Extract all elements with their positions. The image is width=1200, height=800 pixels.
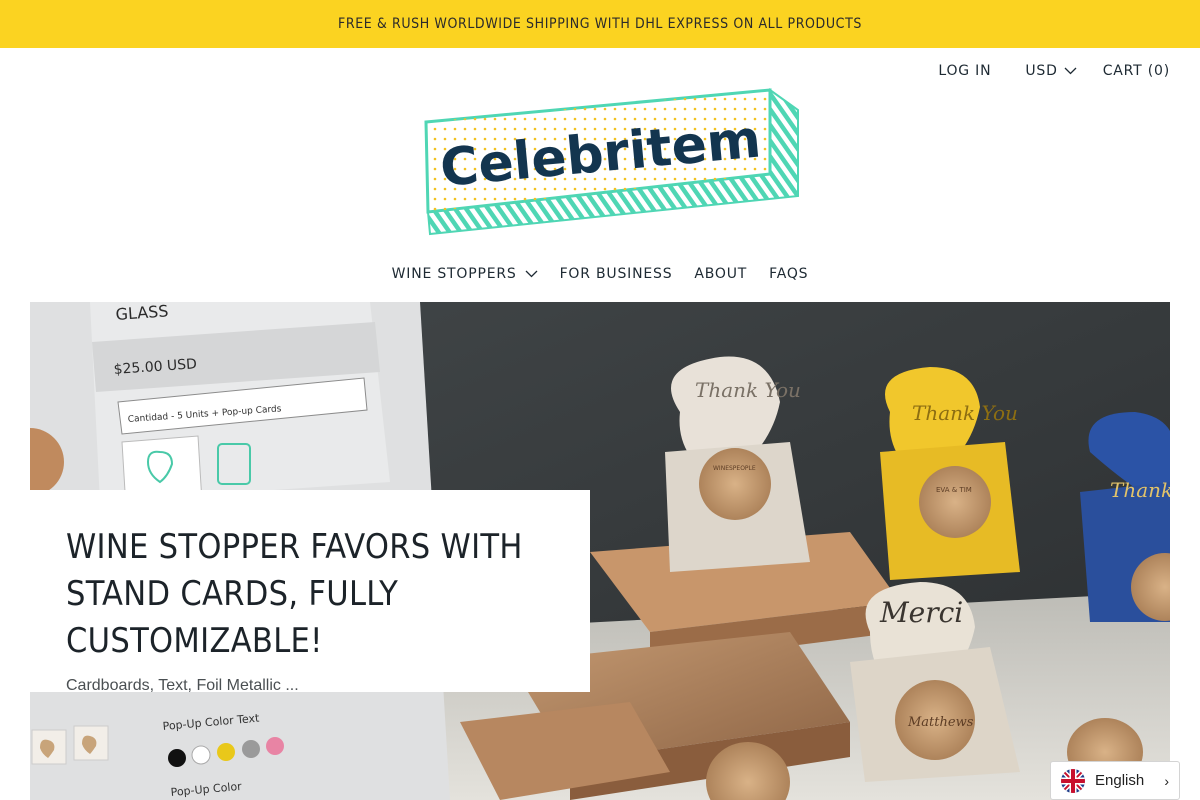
logo-graphic: Celebritem — [424, 88, 799, 236]
uk-flag-icon — [1061, 768, 1085, 793]
nav-item-faqs[interactable]: FAQS — [769, 266, 808, 282]
announcement-bar: FREE & RUSH WORLDWIDE SHIPPING WITH DHL … — [0, 0, 1200, 48]
site-logo[interactable]: Celebritem — [420, 84, 804, 240]
nav-item-for-business[interactable]: FOR BUSINESS — [560, 266, 673, 282]
language-selector[interactable]: English › — [1050, 761, 1180, 800]
currency-label: USD — [1025, 63, 1058, 79]
chevron-right-icon: › — [1164, 772, 1169, 789]
nav-item-about[interactable]: ABOUT — [694, 266, 747, 282]
nav-item-wine-stoppers[interactable]: WINE STOPPERS — [392, 266, 538, 282]
hero-caption-card[interactable]: WINE STOPPER FAVORS WITH STAND CARDS, FU… — [30, 490, 590, 694]
card2-text: Thank You — [912, 401, 1018, 425]
utility-nav: LOG IN USD CART (0) — [938, 60, 1170, 82]
card3-text: Thank You — [1110, 478, 1170, 502]
main-nav: WINE STOPPERS FOR BUSINESS ABOUT FAQS — [0, 262, 1200, 286]
stopper3-text: Matthews — [907, 715, 974, 730]
card4-text: Merci — [879, 596, 963, 629]
chevron-down-icon — [1064, 67, 1077, 75]
card1-text: Thank You — [695, 378, 801, 402]
mockup-heading: GLASS — [115, 302, 169, 324]
nav-item-label: WINE STOPPERS — [391, 266, 517, 282]
hero-subtitle: Cardboards, Text, Foil Metallic ... — [66, 677, 299, 694]
stopper1-text: WINESPEOPLE — [713, 465, 756, 472]
login-link[interactable]: LOG IN — [938, 63, 991, 79]
currency-selector[interactable]: USD — [1025, 63, 1077, 79]
cart-link[interactable]: CART (0) — [1103, 63, 1170, 79]
announcement-text: FREE & RUSH WORLDWIDE SHIPPING WITH DHL … — [338, 16, 862, 32]
stopper2-text: EVA & TIM — [936, 486, 972, 494]
chevron-down-icon — [525, 270, 538, 278]
hero-title[interactable]: WINE STOPPER FAVORS WITH STAND CARDS, FU… — [66, 524, 554, 665]
language-label: English — [1095, 772, 1145, 789]
